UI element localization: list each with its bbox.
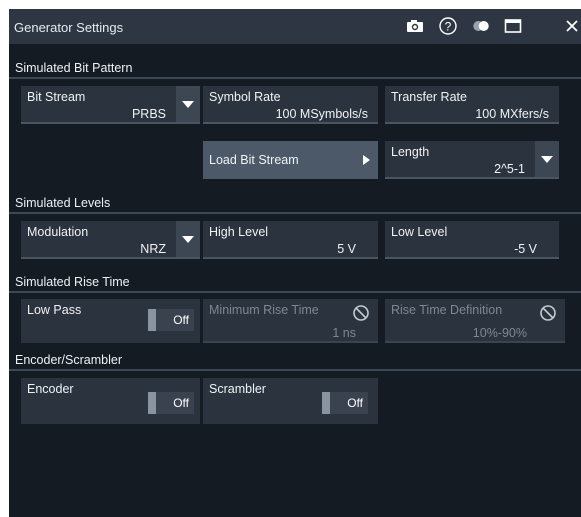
- length-dropdown[interactable]: Length 2^5-1: [385, 141, 559, 179]
- field-underline: [385, 177, 559, 179]
- scrambler-field: Scrambler Off: [203, 378, 378, 424]
- low-pass-toggle[interactable]: Off: [148, 309, 194, 331]
- bit-stream-dropdown[interactable]: Bit Stream PRBS: [21, 86, 200, 124]
- minimum-rise-time-field: Minimum Rise Time 1 ns: [203, 299, 378, 343]
- transfer-rate-field[interactable]: Transfer Rate 100 MXfers/s: [385, 86, 559, 124]
- length-label: Length: [391, 145, 430, 159]
- camera-icon[interactable]: [405, 16, 425, 36]
- length-value: 2^5-1: [494, 162, 525, 176]
- field-underline: [385, 257, 559, 259]
- bit-stream-label: Bit Stream: [27, 90, 86, 104]
- toggle-state: Off: [173, 313, 189, 327]
- toggle-knob: [148, 392, 156, 414]
- encoder-toggle[interactable]: Off: [148, 392, 194, 414]
- title-bar: Generator Settings ?: [9, 9, 581, 44]
- field-underline: [203, 122, 378, 124]
- encoder-field: Encoder Off: [21, 378, 200, 424]
- section-title: Encoder/Scrambler: [15, 353, 122, 367]
- transfer-rate-value: 100 MXfers/s: [475, 107, 549, 121]
- scrambler-label: Scrambler: [209, 382, 266, 396]
- scrambler-toggle[interactable]: Off: [322, 392, 368, 414]
- field-underline: [21, 122, 200, 124]
- bit-stream-value: PRBS: [131, 107, 166, 121]
- low-level-label: Low Level: [391, 225, 448, 239]
- rise-time-definition-field: Rise Time Definition 10%-90%: [385, 299, 565, 343]
- minimum-rise-time-label: Minimum Rise Time: [209, 303, 319, 317]
- low-level-value: -5 V: [514, 242, 537, 256]
- dialog-title: Generator Settings: [14, 20, 124, 35]
- modulation-value: NRZ: [140, 242, 166, 256]
- generator-settings-dialog: Generator Settings ? Simulated Bit Patte…: [9, 9, 581, 517]
- toggle-state: Off: [347, 396, 363, 410]
- disabled-icon: [352, 304, 370, 327]
- field-underline: [21, 257, 200, 259]
- chevron-down-icon[interactable]: [535, 141, 559, 179]
- section-bit-pattern: Simulated Bit Pattern: [9, 59, 581, 79]
- low-pass-field: Low Pass Off: [21, 299, 200, 343]
- encoder-label: Encoder: [27, 382, 74, 396]
- arrow-right-icon: [363, 155, 370, 165]
- section-title: Simulated Bit Pattern: [15, 61, 133, 75]
- low-pass-label: Low Pass: [27, 303, 82, 317]
- symbol-rate-value: 100 MSymbols/s: [275, 107, 368, 121]
- close-icon[interactable]: [562, 16, 581, 36]
- toggle-knob: [322, 392, 330, 414]
- symbol-rate-field[interactable]: Symbol Rate 100 MSymbols/s: [203, 86, 378, 124]
- field-underline: [203, 341, 378, 343]
- high-level-field[interactable]: High Level 5 V: [203, 221, 378, 259]
- section-title: Simulated Levels: [15, 196, 111, 210]
- load-bit-stream-button[interactable]: Load Bit Stream: [203, 141, 378, 179]
- theme-toggle-icon[interactable]: [471, 16, 491, 36]
- transfer-rate-label: Transfer Rate: [391, 90, 467, 104]
- section-rise-time: Simulated Rise Time: [9, 273, 581, 293]
- section-levels: Simulated Levels: [9, 194, 581, 214]
- toggle-state: Off: [173, 396, 189, 410]
- toggle-knob: [148, 309, 156, 331]
- field-underline: [385, 341, 565, 343]
- field-underline: [385, 122, 559, 124]
- help-icon[interactable]: ?: [438, 16, 458, 36]
- modulation-label: Modulation: [27, 225, 89, 239]
- chevron-down-icon[interactable]: [176, 221, 200, 259]
- section-encoder: Encoder/Scrambler: [9, 351, 581, 371]
- maximize-icon[interactable]: [503, 16, 523, 36]
- high-level-label: High Level: [209, 225, 269, 239]
- field-underline: [203, 257, 378, 259]
- modulation-dropdown[interactable]: Modulation NRZ: [21, 221, 200, 259]
- low-level-field[interactable]: Low Level -5 V: [385, 221, 559, 259]
- svg-text:?: ?: [445, 20, 452, 34]
- section-title: Simulated Rise Time: [15, 275, 130, 289]
- load-bit-stream-label: Load Bit Stream: [209, 153, 299, 167]
- symbol-rate-label: Symbol Rate: [209, 90, 281, 104]
- minimum-rise-time-value: 1 ns: [332, 326, 356, 340]
- chevron-down-icon[interactable]: [176, 86, 200, 124]
- disabled-icon: [539, 304, 557, 327]
- rise-time-definition-label: Rise Time Definition: [391, 303, 503, 317]
- rise-time-definition-value: 10%-90%: [472, 326, 527, 340]
- high-level-value: 5 V: [337, 242, 356, 256]
